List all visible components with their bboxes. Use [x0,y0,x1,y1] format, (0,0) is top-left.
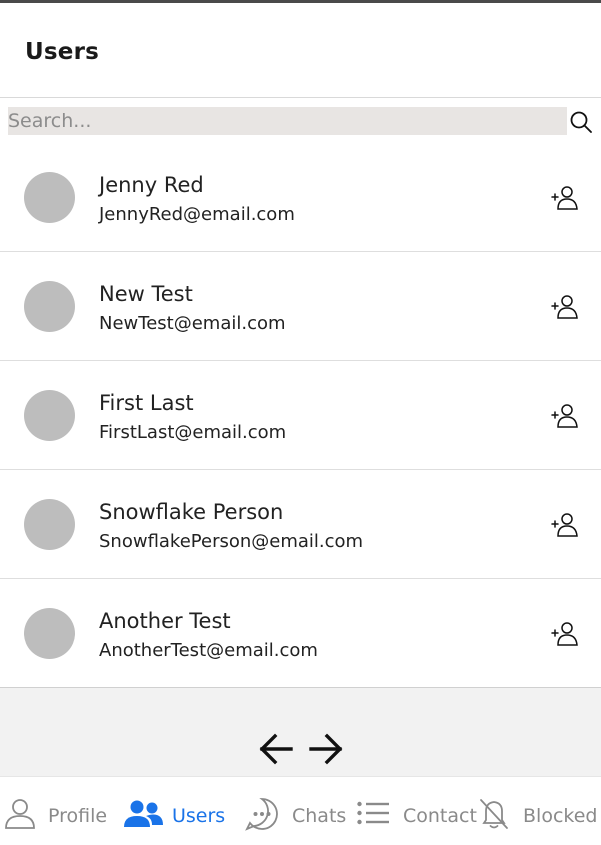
user-email: SnowflakePerson@email.com [99,531,364,552]
search-input[interactable] [8,107,567,135]
user-name: Jenny Red [99,173,204,197]
user-name: Another Test [99,609,231,633]
user-list: Jenny Red JennyRed@email.com New Test Ne… [0,143,601,688]
nav-item-blocked[interactable]: Blocked [476,777,601,845]
search-bar [0,99,601,142]
list-item: Snowflake Person SnowflakePerson@email.c… [0,470,601,579]
add-user-icon[interactable] [550,619,580,649]
nav-item-users[interactable]: Users [120,777,230,845]
nav-label: Profile [48,805,108,827]
add-user-icon[interactable] [550,401,580,431]
page-title: Users [25,39,99,65]
nav-item-chats[interactable]: Chats [240,777,350,845]
user-icon [5,799,35,829]
avatar [24,608,75,659]
users-icon [124,800,163,827]
list-item: Another Test AnotherTest@email.com [0,579,601,688]
add-user-icon[interactable] [550,292,580,322]
user-name: New Test [99,282,193,306]
user-email: NewTest@email.com [99,313,286,334]
arrow-left-icon[interactable] [258,731,294,767]
search-icon[interactable] [569,110,593,134]
list-item: First Last FirstLast@email.com [0,361,601,470]
nav-label: Chats [292,805,347,827]
add-user-icon[interactable] [550,183,580,213]
list-item: New Test NewTest@email.com [0,252,601,361]
user-email: AnotherTest@email.com [99,640,318,661]
list-item: Jenny Red JennyRed@email.com [0,143,601,252]
arrow-right-icon[interactable] [308,731,344,767]
nav-label: Contact [403,805,477,827]
user-name: Snowflake Person [99,500,284,524]
add-user-icon[interactable] [550,510,580,540]
nav-item-contact[interactable]: Contact [355,777,477,845]
user-name: First Last [99,391,194,415]
bottom-nav: Profile Users Chats Contact Blocked [0,776,601,844]
avatar [24,390,75,441]
nav-label: Blocked [523,805,598,827]
avatar [24,281,75,332]
pagination [0,688,601,776]
user-email: FirstLast@email.com [99,422,287,443]
avatar [24,172,75,223]
avatar [24,499,75,550]
chat-icon [245,798,278,831]
header: Users [0,3,601,98]
list-icon [357,801,389,825]
bell-off-icon [480,799,508,829]
nav-item-profile[interactable]: Profile [0,777,110,845]
nav-label: Users [172,805,226,827]
user-email: JennyRed@email.com [99,204,295,225]
